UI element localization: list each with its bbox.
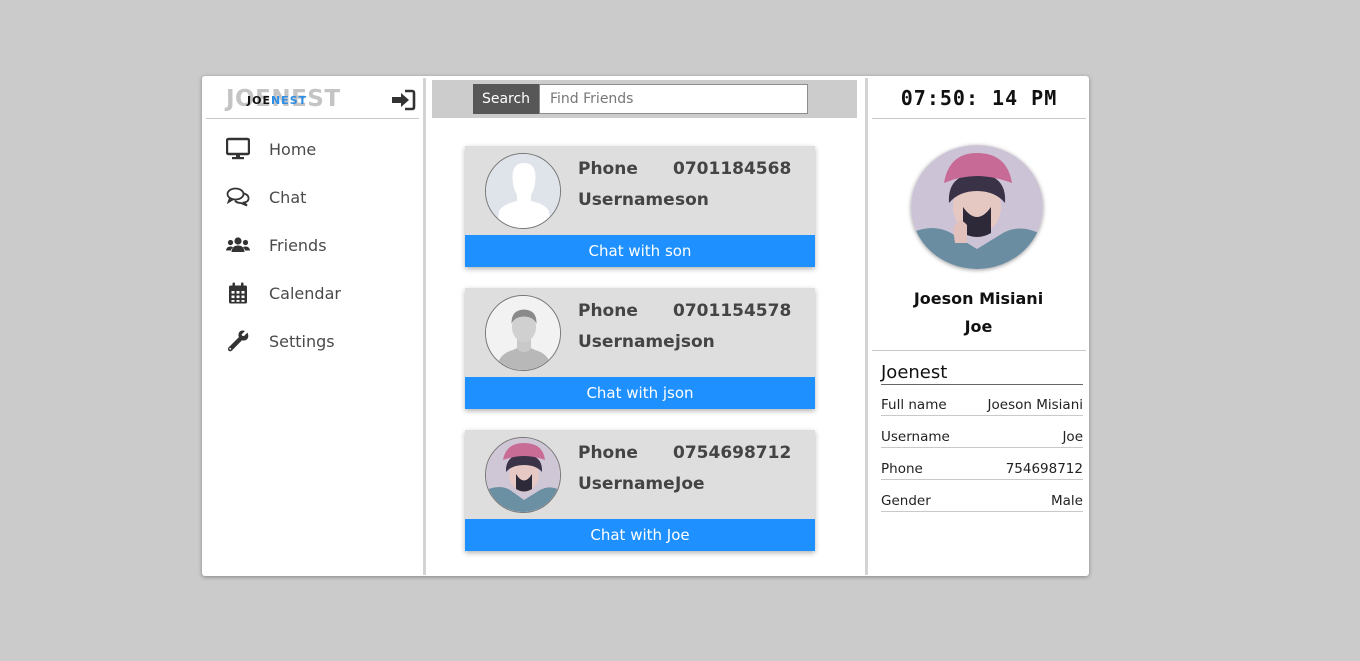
- search-bar: Search: [432, 80, 857, 118]
- info-title: Joenest: [881, 362, 1083, 385]
- search-button[interactable]: Search: [473, 84, 539, 114]
- info-value: 754698712: [1005, 461, 1083, 477]
- users-icon: [226, 237, 250, 252]
- search-input[interactable]: [539, 84, 808, 114]
- info-value: Joeson Misiani: [987, 397, 1083, 413]
- friend-card: Phone 0701184568 Username son Chat with …: [465, 146, 815, 267]
- wrench-icon: [227, 330, 249, 352]
- info-row: Full name Joeson Misiani: [881, 394, 1083, 416]
- chat-with-button[interactable]: Chat with son: [465, 235, 815, 267]
- phone-value: 0701154578: [673, 301, 792, 321]
- sidebar-item-calendar[interactable]: Calendar: [202, 270, 422, 318]
- info-value: Joe: [1062, 429, 1083, 445]
- sidebar-nav: Home Chat Friends Calendar Settings: [202, 126, 422, 366]
- info-row: Gender Male: [881, 490, 1083, 512]
- info-key: Username: [881, 429, 950, 445]
- chat-with-button[interactable]: Chat with json: [465, 377, 815, 409]
- username-value: son: [675, 190, 709, 210]
- brand-header: JOENEST JOENEST: [206, 76, 419, 119]
- divider: [872, 350, 1086, 351]
- sidebar-item-label: Home: [269, 140, 317, 159]
- profile-avatar[interactable]: [911, 145, 1043, 269]
- sidebar-item-label: Settings: [269, 332, 335, 351]
- friend-card: Phone 0754698712 Username Joe Chat with …: [465, 430, 815, 551]
- info-key: Phone: [881, 461, 923, 477]
- sidebar-item-friends[interactable]: Friends: [202, 222, 422, 270]
- silhouette-avatar: [485, 153, 561, 229]
- phone-label: Phone: [578, 159, 638, 179]
- username-label: Username: [578, 190, 675, 210]
- sidebar-item-chat[interactable]: Chat: [202, 174, 422, 222]
- username-label: Username: [578, 474, 675, 494]
- profile-username: Joe: [964, 317, 993, 336]
- chat-bubbles-icon: [226, 187, 250, 207]
- phone-value: 0701184568: [673, 159, 792, 179]
- info-key: Gender: [881, 493, 931, 509]
- monitor-icon: [226, 137, 250, 160]
- clock-header: 07:50: 14 PM: [872, 76, 1086, 119]
- logo-foreground-text: JOENEST: [247, 94, 308, 107]
- profile-panel: 07:50: 14 PM Joeson Misiani Joe Joenest …: [868, 76, 1089, 576]
- sidebar-item-label: Friends: [269, 236, 327, 255]
- username-value: json: [675, 332, 715, 352]
- logo[interactable]: JOENEST JOENEST: [226, 86, 346, 112]
- sidebar: JOENEST JOENEST Home Chat Friends Calend…: [202, 76, 422, 576]
- friends-panel: Search Phone 0701184568 Username son Cha…: [432, 80, 857, 572]
- username-label: Username: [578, 332, 675, 352]
- info-row: Username Joe: [881, 426, 1083, 448]
- digital-clock: 07:50: 14 PM: [900, 86, 1058, 110]
- logout-icon[interactable]: [390, 89, 416, 111]
- sidebar-item-label: Chat: [269, 188, 307, 207]
- phone-label: Phone: [578, 301, 638, 321]
- phone-value: 0754698712: [673, 443, 792, 463]
- sidebar-item-settings[interactable]: Settings: [202, 318, 422, 366]
- phone-label: Phone: [578, 443, 638, 463]
- profile-name: Joeson Misiani: [913, 289, 1044, 308]
- username-value: Joe: [675, 474, 705, 494]
- chat-with-button[interactable]: Chat with Joe: [465, 519, 815, 551]
- sidebar-item-label: Calendar: [269, 284, 341, 303]
- info-value: Male: [1051, 493, 1083, 509]
- info-row: Phone 754698712: [881, 458, 1083, 480]
- anime-profile-avatar: [485, 437, 561, 513]
- sidebar-item-home[interactable]: Home: [202, 126, 422, 174]
- column-divider: [423, 78, 426, 575]
- calendar-icon: [229, 282, 247, 304]
- info-key: Full name: [881, 397, 947, 413]
- default-male-avatar: [485, 295, 561, 371]
- friend-card: Phone 0701154578 Username json Chat with…: [465, 288, 815, 409]
- app-window: JOENEST JOENEST Home Chat Friends Calend…: [202, 76, 1089, 576]
